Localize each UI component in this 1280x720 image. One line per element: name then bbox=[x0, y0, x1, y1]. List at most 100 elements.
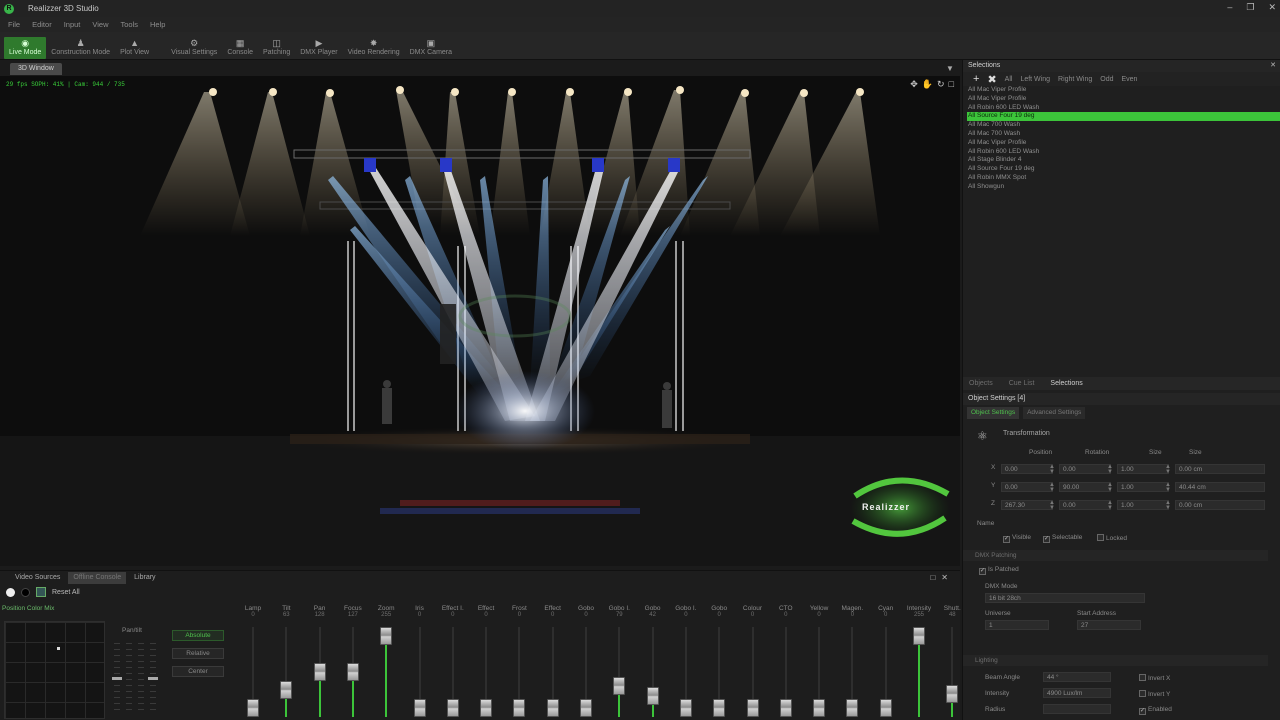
fader-handle[interactable] bbox=[280, 681, 293, 699]
selection-item[interactable]: All Showgun bbox=[967, 183, 1280, 192]
tab-selections[interactable]: Selections bbox=[1050, 380, 1082, 387]
rotation-input[interactable]: 0.00 bbox=[1059, 464, 1111, 474]
fader-handle[interactable] bbox=[313, 663, 326, 681]
tab-object-settings[interactable]: Object Settings bbox=[967, 407, 1020, 419]
filter-odd[interactable]: Odd bbox=[1100, 76, 1113, 83]
invert-y-checkbox[interactable]: Invert Y bbox=[1139, 690, 1170, 698]
fine-pan-handle[interactable] bbox=[112, 677, 122, 680]
selectable-checkbox[interactable]: ✓ Selectable bbox=[1043, 534, 1082, 543]
menu-editor[interactable]: Editor bbox=[32, 20, 52, 29]
remove-icon[interactable]: ✖ bbox=[987, 73, 996, 86]
menu-help[interactable]: Help bbox=[150, 20, 165, 29]
fader-handle[interactable] bbox=[646, 687, 659, 706]
3d-viewport[interactable]: 29 fps SOPH: 41% | Cam: 944 / 735 Realiz… bbox=[0, 76, 960, 566]
spinner-icon[interactable]: ▲ ▼ bbox=[1049, 464, 1055, 475]
pan-tilt-marker[interactable] bbox=[57, 647, 60, 650]
fader-handle[interactable] bbox=[480, 699, 493, 717]
selection-item[interactable]: All Robin 600 LED Wash bbox=[967, 104, 1280, 113]
radius-input[interactable] bbox=[1043, 704, 1111, 714]
center-button[interactable]: Center bbox=[172, 666, 224, 677]
bottom-close-icon[interactable]: ✕ bbox=[941, 573, 954, 582]
black-swatch-icon[interactable] bbox=[21, 587, 30, 597]
tab-objects[interactable]: Objects bbox=[969, 380, 993, 387]
fullscreen-icon[interactable]: □ bbox=[949, 79, 954, 90]
enabled-checkbox[interactable]: ✓ Enabled bbox=[1139, 706, 1172, 715]
viewport-menu-icon[interactable]: ▼ bbox=[946, 64, 954, 73]
fader-handle[interactable] bbox=[513, 699, 526, 717]
menu-tools[interactable]: Tools bbox=[121, 20, 139, 29]
selection-item[interactable]: All Mac 700 Wash bbox=[967, 130, 1280, 139]
fader-handle[interactable] bbox=[779, 699, 792, 717]
minimize-icon[interactable]: – bbox=[1227, 2, 1232, 13]
tab-advanced-settings[interactable]: Advanced Settings bbox=[1023, 407, 1086, 419]
spinner-icon[interactable]: ▲ ▼ bbox=[1107, 500, 1113, 511]
visual-settings-button[interactable]: ⚙ Visual Settings bbox=[166, 39, 222, 59]
menu-input[interactable]: Input bbox=[64, 20, 81, 29]
tab-video-sources[interactable]: Video Sources bbox=[10, 572, 65, 584]
spinner-icon[interactable]: ▲ ▼ bbox=[1165, 464, 1171, 475]
fader-handle[interactable] bbox=[613, 676, 626, 695]
close-icon[interactable]: ✕ bbox=[1268, 2, 1276, 13]
menu-view[interactable]: View bbox=[92, 20, 108, 29]
filter-even[interactable]: Even bbox=[1121, 76, 1137, 83]
fader-handle[interactable] bbox=[813, 699, 826, 717]
scale-input[interactable]: 1.00 bbox=[1117, 500, 1169, 510]
filter-left-wing[interactable]: Left Wing bbox=[1020, 76, 1050, 83]
rotation-input[interactable]: 90.00 bbox=[1059, 482, 1111, 492]
fader-handle[interactable] bbox=[913, 627, 925, 645]
tab-offline-console[interactable]: Offline Console bbox=[68, 572, 127, 584]
position-input[interactable]: 0.00 bbox=[1001, 464, 1053, 474]
fader-handle[interactable] bbox=[380, 627, 393, 645]
plot-view-button[interactable]: ▲ Plot View bbox=[115, 39, 154, 59]
filter-right-wing[interactable]: Right Wing bbox=[1058, 76, 1092, 83]
selection-item[interactable]: All Stage Blinder 4 bbox=[967, 156, 1280, 165]
white-swatch-icon[interactable] bbox=[6, 587, 15, 597]
fader-handle[interactable] bbox=[846, 699, 859, 717]
add-icon[interactable]: + bbox=[973, 73, 979, 85]
selection-item[interactable]: All Mac 700 Wash bbox=[967, 121, 1280, 130]
move-camera-icon[interactable]: ✥ bbox=[910, 79, 918, 90]
size-input[interactable]: 40.44 cm bbox=[1175, 482, 1265, 492]
scale-input[interactable]: 1.00 bbox=[1117, 464, 1169, 474]
dmx-camera-button[interactable]: ▣ DMX Camera bbox=[405, 39, 457, 59]
pan-tilt-pad[interactable] bbox=[4, 621, 105, 719]
float-icon[interactable]: □ bbox=[930, 573, 941, 582]
dmx-player-button[interactable]: ▶ DMX Player bbox=[295, 39, 342, 59]
scale-input[interactable]: 1.00 bbox=[1117, 482, 1169, 492]
fine-pan-fader-2[interactable] bbox=[126, 643, 132, 715]
size-input[interactable]: 0.00 cm bbox=[1175, 464, 1265, 474]
tab-cue-list[interactable]: Cue List bbox=[1009, 380, 1035, 387]
maximize-icon[interactable]: ❐ bbox=[1246, 2, 1254, 13]
spinner-icon[interactable]: ▲ ▼ bbox=[1049, 500, 1055, 511]
fader-handle[interactable] bbox=[446, 699, 459, 717]
fader-handle[interactable] bbox=[413, 699, 426, 717]
filter-all[interactable]: All bbox=[1005, 76, 1013, 83]
position-input[interactable]: 0.00 bbox=[1001, 482, 1053, 492]
menu-file[interactable]: File bbox=[8, 20, 20, 29]
3d-window-tab[interactable]: 3D Window bbox=[10, 63, 62, 75]
start-address-input[interactable]: 27 bbox=[1077, 620, 1141, 630]
selection-item[interactable]: All Mac Viper Profile bbox=[967, 139, 1280, 148]
selection-item[interactable]: All Robin MMX Spot bbox=[967, 174, 1280, 183]
lighting-group[interactable]: Lighting bbox=[963, 655, 1268, 666]
absolute-button[interactable]: Absolute bbox=[172, 630, 224, 641]
selection-item[interactable]: All Mac Viper Profile bbox=[967, 86, 1280, 95]
fader-handle[interactable] bbox=[946, 685, 959, 704]
dmx-patching-group[interactable]: DMX Patching bbox=[963, 550, 1268, 561]
fine-tilt-fader-2[interactable] bbox=[148, 643, 158, 715]
video-rendering-button[interactable]: ✸ Video Rendering bbox=[343, 39, 405, 59]
construction-mode-button[interactable]: ♟ Construction Mode bbox=[46, 39, 115, 59]
fine-tilt-fader[interactable] bbox=[138, 643, 144, 715]
fader-handle[interactable] bbox=[746, 699, 759, 717]
dmx-mode-select[interactable]: 16 bit 28ch bbox=[985, 593, 1145, 603]
live-mode-button[interactable]: ◉ Live Mode bbox=[4, 37, 47, 59]
invert-x-checkbox[interactable]: Invert X bbox=[1139, 674, 1170, 682]
spinner-icon[interactable]: ▲ ▼ bbox=[1107, 464, 1113, 475]
selection-item[interactable]: All Source Four 19 deg bbox=[967, 165, 1280, 174]
rotate-icon[interactable]: ↻ bbox=[937, 79, 945, 90]
fader-handle[interactable] bbox=[580, 699, 592, 717]
fader-handle[interactable] bbox=[879, 699, 892, 717]
relative-button[interactable]: Relative bbox=[172, 648, 224, 659]
pan-icon[interactable]: ✋ bbox=[922, 79, 933, 90]
selection-item[interactable]: All Robin 600 LED Wash bbox=[967, 148, 1280, 157]
